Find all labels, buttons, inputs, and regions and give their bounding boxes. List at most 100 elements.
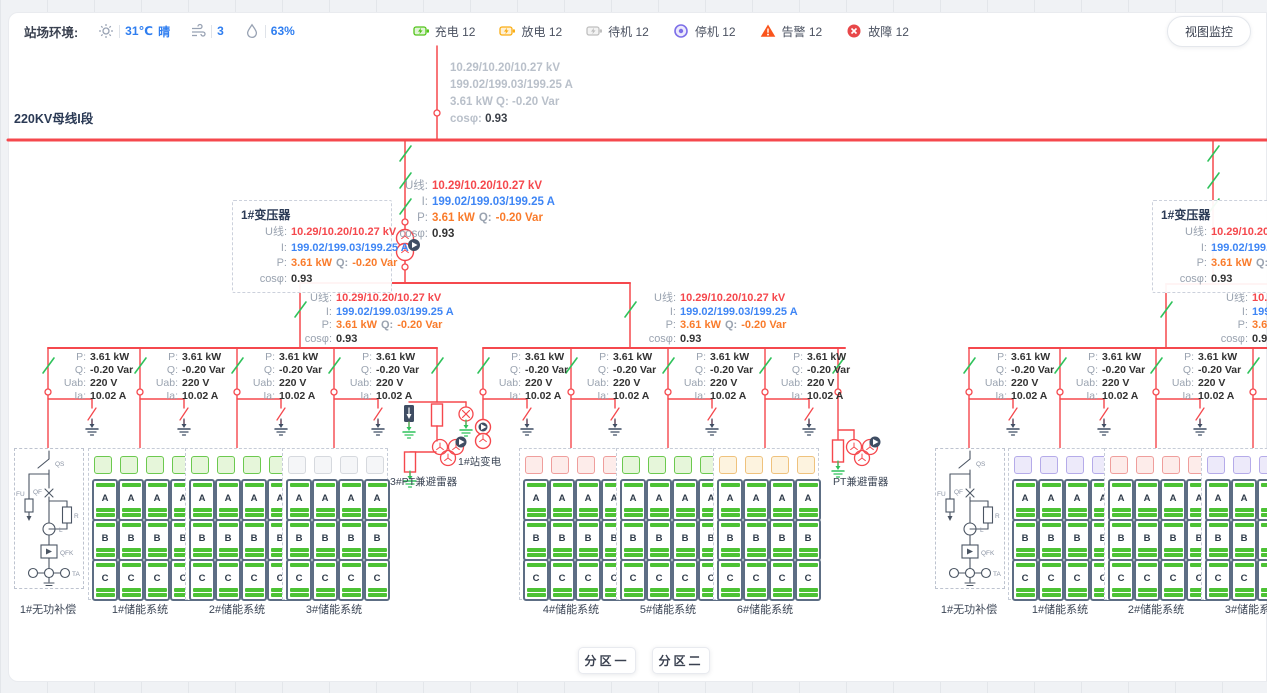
battery-row-letter: B	[527, 530, 546, 546]
storage-system-box[interactable]: AAAABBBBCCCC	[1008, 448, 1114, 600]
diagram-overlay: 220KV母线I段 分区一 分区二 U线:10.29/10.20/10.27 k…	[0, 0, 1267, 693]
legend-item-stopped[interactable]: 停机 12	[673, 23, 736, 40]
battery-row-letter: C	[579, 570, 598, 586]
battery-cluster-cell: A	[1231, 479, 1257, 521]
storage-system-box[interactable]: AAAABBBBCCCC	[88, 448, 194, 600]
measure-label: Uab:	[674, 377, 706, 390]
battery-row-letter: B	[342, 530, 361, 546]
battery-cluster-cell: C	[575, 559, 601, 601]
battery-row-letter: B	[650, 530, 669, 546]
system-name-label: 6#储能系统	[705, 601, 825, 617]
measure-value: 220 V	[1198, 377, 1241, 390]
measure-label: Uab:	[771, 377, 803, 390]
battery-row-letter: A	[773, 490, 792, 506]
measure-value: 0.93	[291, 272, 409, 288]
measure-label: Uab:	[146, 377, 178, 390]
legend-item-alarm[interactable]: 告警 12	[760, 23, 823, 40]
zone-button-2[interactable]: 分区二	[652, 647, 710, 674]
measure-label: P:	[612, 319, 676, 333]
measure-value: 220 V	[710, 377, 753, 390]
legend-item-standby[interactable]: 待机 12	[586, 23, 649, 40]
pcs-status-square	[1233, 456, 1251, 474]
battery-row-letter: B	[219, 530, 238, 546]
storage-system-box[interactable]: AAAABBBBCCCC	[282, 448, 388, 600]
measure-label: Uab:	[489, 377, 521, 390]
measure-label: Uab:	[577, 377, 609, 390]
measure-label: P:	[1162, 351, 1194, 364]
storage-system-box[interactable]: AAAABBBBCCCC	[519, 448, 625, 600]
svc-device-box[interactable]: QSQFRFULQFKTA	[935, 448, 1005, 589]
zone-button-1[interactable]: 分区一	[578, 647, 636, 674]
battery-cluster-cell: A	[118, 479, 144, 521]
battery-cluster-cell: C	[1231, 559, 1257, 601]
measure-value: 199.02/199.03/199.25 A	[1252, 306, 1267, 320]
measure-label: Q:	[146, 364, 178, 377]
battery-row-letter: B	[1068, 530, 1087, 546]
legend-item-fault[interactable]: 故障 12	[846, 23, 909, 40]
svg-text:QFK: QFK	[60, 550, 74, 557]
measure-value: 10.02 A	[90, 390, 133, 403]
legend-item-charging[interactable]: 充电 12	[413, 23, 476, 40]
battery-cluster-cell: B	[241, 519, 267, 561]
battery-cluster-cell: A	[338, 479, 364, 521]
measure-value: 10.02 A	[376, 390, 419, 403]
measure-label: Uab:	[975, 377, 1007, 390]
measure-label: Ia:	[1162, 390, 1194, 403]
measure-label: Q:	[243, 364, 275, 377]
feeder-measure-group: P:3.61 kWQ:-0.20 VarUab:220 VIa:10.02 A	[340, 351, 419, 403]
measure-value: 0.93	[1252, 333, 1267, 347]
measure-value: 199.02/199.03/199.25 A	[680, 306, 798, 320]
measure-value: 3.61 kW	[90, 351, 133, 364]
transformer-measures: U线:10.29/10.20/10.27 kVI:199.02/199.03/1…	[1161, 225, 1267, 287]
battery-row-letter: B	[368, 530, 387, 546]
svg-text:QS: QS	[55, 461, 65, 468]
measure-value: 10.02 A	[1011, 390, 1054, 403]
measure-label: U线:	[612, 292, 676, 306]
measure-label: cosφ:	[1161, 272, 1207, 288]
divider	[211, 25, 212, 38]
measure-label: P:	[54, 351, 86, 364]
measure-label: P:	[1259, 351, 1267, 364]
storage-system-box[interactable]: AAAABBBBCCCC	[713, 448, 819, 600]
storage-system-box[interactable]: AAAABBBBCCCC	[1201, 448, 1267, 600]
measure-value: 220 V	[376, 377, 419, 390]
battery-cluster-cell: C	[144, 559, 170, 601]
view-monitor-button[interactable]: 视图监控	[1167, 16, 1251, 47]
battery-row-letter: B	[148, 530, 167, 546]
measure-value: -0.20 Var	[1102, 364, 1145, 377]
battery-row-letter: C	[122, 570, 141, 586]
measure-value: 3.61 kW	[525, 351, 568, 364]
pcs-status-square	[1136, 456, 1154, 474]
measure-label: cosφ:	[1192, 333, 1248, 347]
storage-system-box[interactable]: AAAABBBBCCCC	[1104, 448, 1210, 600]
battery-cluster-cell: A	[92, 479, 118, 521]
battery-row-letter: A	[721, 490, 740, 506]
battery-row-letter: C	[96, 570, 115, 586]
svc-device-box[interactable]: QSQFRFULQFKTA	[14, 448, 84, 589]
measure-value: 3.61 kW	[1198, 351, 1241, 364]
battery-cluster-cell: C	[1038, 559, 1064, 601]
feeder-measure-group: P:3.61 kWQ:-0.20 VarUab:220 VIa:10.02 A	[771, 351, 850, 403]
svg-text:QF: QF	[33, 489, 42, 496]
measure-label: Q:	[771, 364, 803, 377]
battery-row-letter: B	[579, 530, 598, 546]
battery-row-letter: C	[676, 570, 695, 586]
battery-cluster-cell: C	[1108, 559, 1134, 601]
measure-label: Q:	[674, 364, 706, 377]
measure-label: Ia:	[340, 390, 372, 403]
storage-system-box[interactable]: AAAABBBBCCCC	[616, 448, 722, 600]
battery-cluster-cell: C	[1134, 559, 1160, 601]
measure-label: Q:	[54, 364, 86, 377]
measure-value: 10.02 A	[182, 390, 225, 403]
divider	[265, 25, 266, 38]
measure-label: P:	[489, 351, 521, 364]
battery-row-letter: C	[650, 570, 669, 586]
measure-label: P:	[1161, 256, 1207, 272]
storage-system-box[interactable]: AAAABBBBCCCC	[185, 448, 291, 600]
measure-label: cosφ:	[268, 333, 332, 347]
battery-cluster-cell: B	[1012, 519, 1038, 561]
status-legend: 充电 12 放电 12 待机 12 停机 12 告警 12 故障 12	[413, 23, 909, 40]
legend-item-discharging[interactable]: 放电 12	[499, 23, 562, 40]
pcs-status-square	[340, 456, 358, 474]
measure-value: 3.61 kW	[1102, 351, 1145, 364]
